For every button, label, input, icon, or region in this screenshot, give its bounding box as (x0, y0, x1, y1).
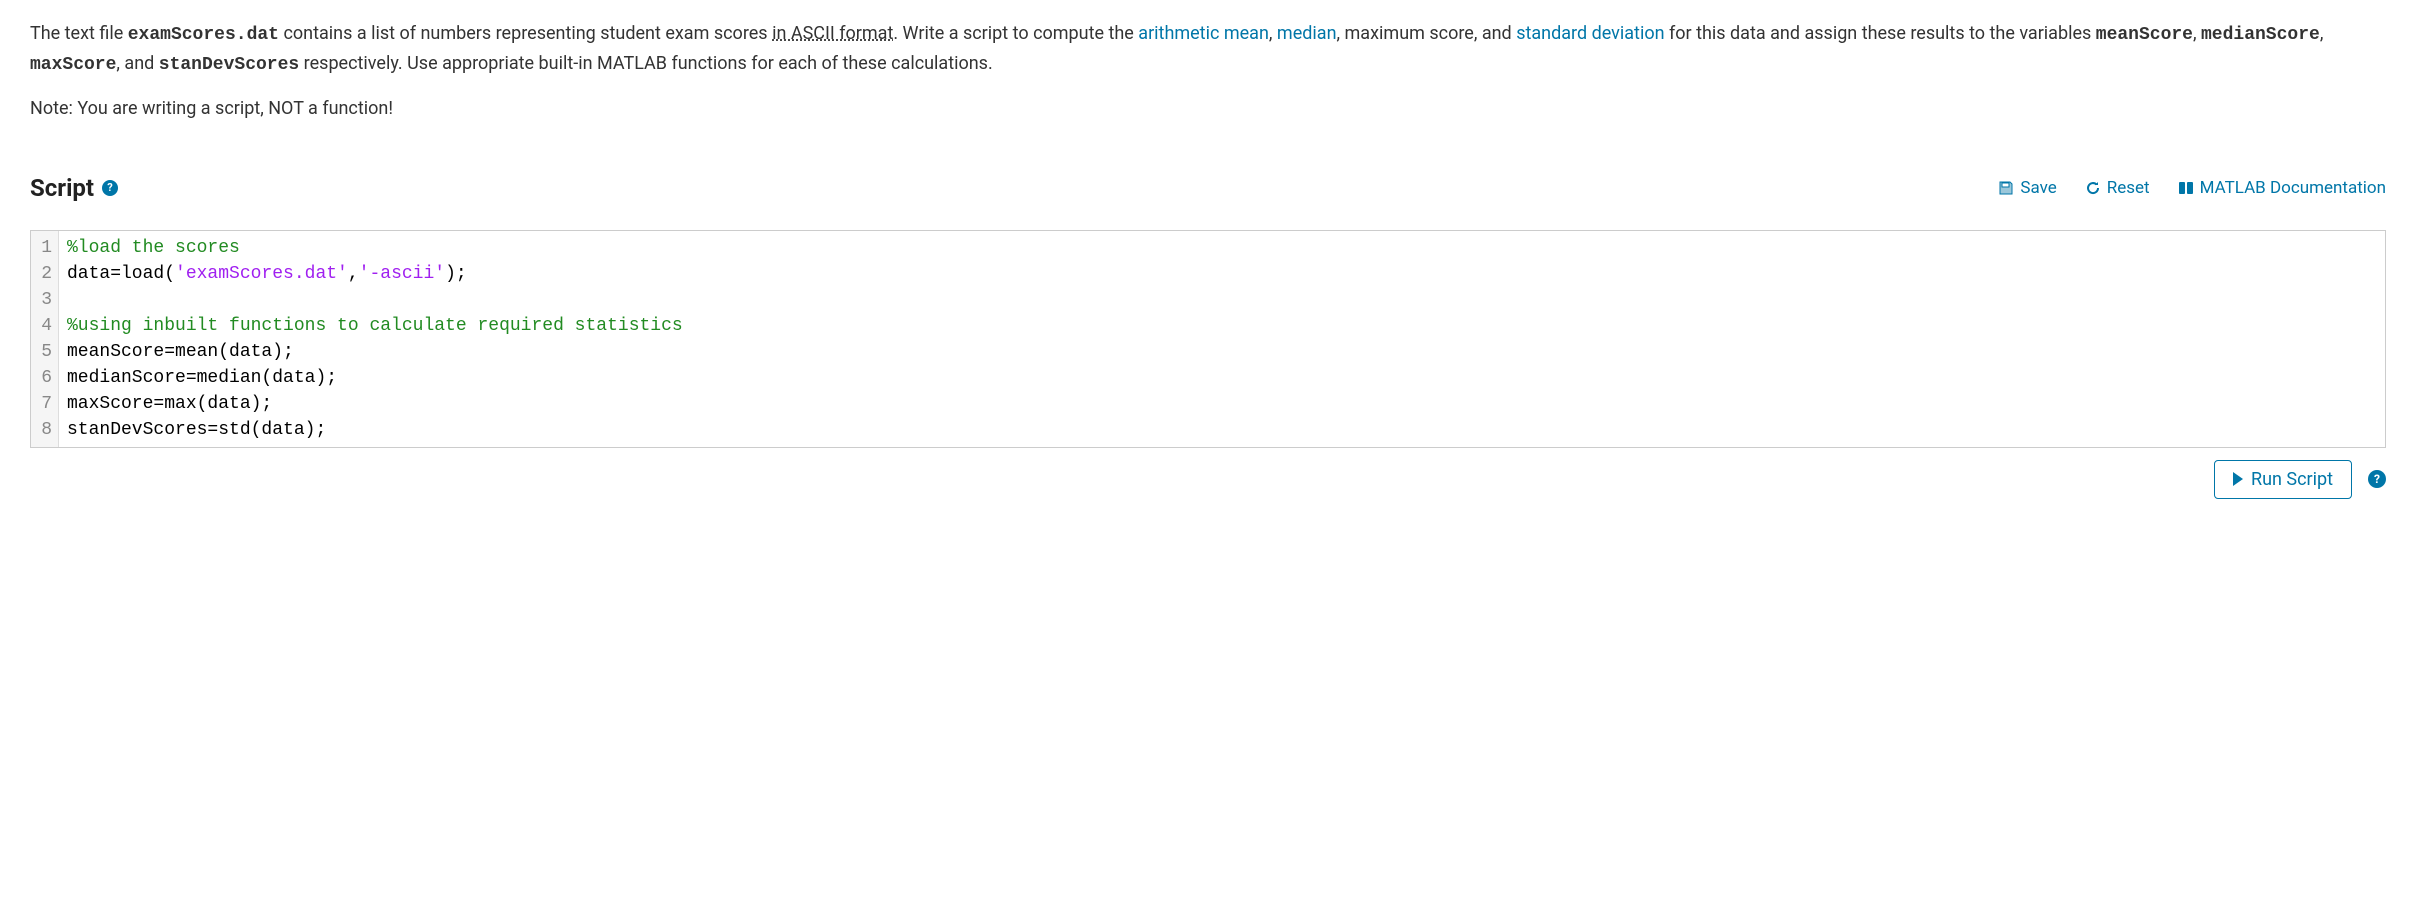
save-button[interactable]: Save (1998, 178, 2056, 198)
documentation-button[interactable]: MATLAB Documentation (2178, 178, 2386, 198)
code-line[interactable]: %using inbuilt functions to calculate re… (67, 313, 2377, 339)
save-icon (1998, 180, 2014, 196)
editor-footer: Run Script ? (30, 460, 2386, 499)
code-line[interactable]: medianScore=median(data); (67, 365, 2377, 391)
code-line[interactable]: data=load('examScores.dat','-ascii'); (67, 261, 2377, 287)
code-area[interactable]: %load the scoresdata=load('examScores.da… (59, 231, 2385, 447)
book-icon (2178, 180, 2194, 196)
run-script-button[interactable]: Run Script (2214, 460, 2352, 499)
code-editor[interactable]: 12345678 %load the scoresdata=load('exam… (30, 230, 2386, 448)
script-title: Script (30, 174, 94, 202)
reset-button[interactable]: Reset (2085, 178, 2150, 198)
code-line[interactable]: %load the scores (67, 235, 2377, 261)
link-median[interactable]: median (1277, 23, 1337, 44)
code-line[interactable]: meanScore=mean(data); (67, 339, 2377, 365)
note-text: Note: You are writing a script, NOT a fu… (30, 98, 2386, 119)
help-icon[interactable]: ? (2368, 470, 2386, 488)
link-arithmetic-mean[interactable]: arithmetic mean (1138, 23, 1269, 44)
code-line[interactable]: maxScore=max(data); (67, 391, 2377, 417)
help-icon[interactable]: ? (102, 180, 118, 196)
ascii-format-hint: in ASCII format (772, 23, 893, 44)
code-line[interactable]: stanDevScores=std(data); (67, 417, 2377, 443)
play-icon (2233, 472, 2243, 486)
problem-statement: The text file examScores.dat contains a … (30, 20, 2386, 80)
script-header: Script ? Save Reset MATLAB Documentation (30, 174, 2386, 202)
file-name: examScores.dat (128, 25, 279, 45)
editor-toolbar: Save Reset MATLAB Documentation (1998, 178, 2386, 198)
line-gutter: 12345678 (31, 231, 59, 447)
link-standard-deviation[interactable]: standard deviation (1516, 23, 1664, 44)
code-line[interactable] (67, 287, 2377, 313)
reset-icon (2085, 180, 2101, 196)
